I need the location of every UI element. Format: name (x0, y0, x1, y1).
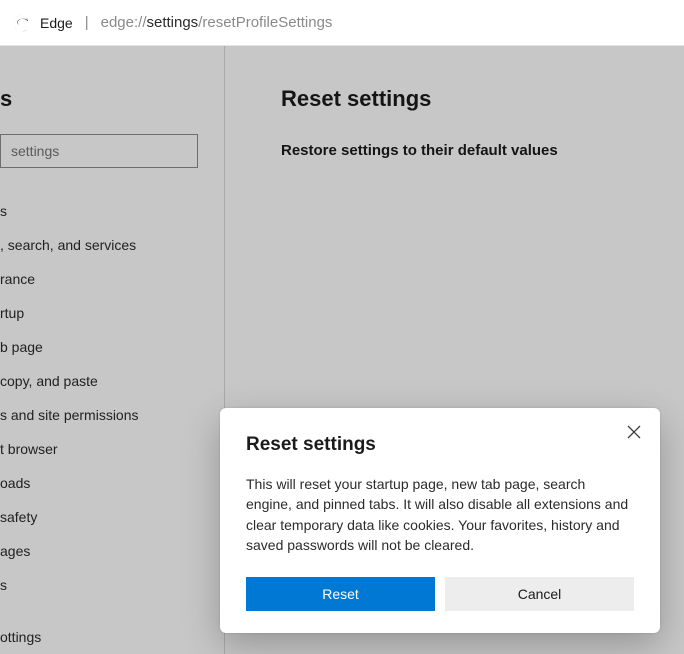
sidebar-item[interactable]: rance (0, 262, 224, 296)
dialog-body: This will reset your startup page, new t… (246, 474, 634, 555)
cancel-button[interactable]: Cancel (445, 577, 634, 611)
sidebar-item[interactable]: t browser (0, 432, 224, 466)
address-separator: | (85, 14, 89, 31)
settings-sidebar: s s , search, and services rance rtup b … (0, 46, 225, 654)
sidebar-item[interactable]: copy, and paste (0, 364, 224, 398)
sidebar-item[interactable]: s (0, 194, 224, 228)
sidebar-title: s (0, 86, 224, 112)
sidebar-item[interactable]: oads (0, 466, 224, 500)
search-settings-box[interactable] (0, 134, 198, 168)
edge-icon (12, 13, 32, 33)
address-bar[interactable]: Edge | edge://settings/resetProfileSetti… (0, 0, 684, 46)
sidebar-item[interactable]: b page (0, 330, 224, 364)
search-settings-input[interactable] (11, 143, 187, 159)
close-icon (627, 425, 641, 444)
site-label: Edge (40, 15, 73, 31)
sidebar-item[interactable]: s (0, 568, 224, 602)
sidebar-item[interactable]: rtup (0, 296, 224, 330)
url-text[interactable]: edge://settings/resetProfileSettings (101, 14, 333, 31)
page-subheading: Restore settings to their default values (281, 142, 684, 159)
settings-nav-list: s , search, and services rance rtup b pa… (0, 194, 224, 654)
sidebar-item[interactable]: , search, and services (0, 228, 224, 262)
sidebar-item[interactable]: ages (0, 534, 224, 568)
close-button[interactable] (620, 420, 648, 448)
dialog-buttons: Reset Cancel (246, 577, 634, 611)
sidebar-item[interactable] (0, 602, 224, 620)
dialog-title: Reset settings (246, 434, 634, 456)
reset-button[interactable]: Reset (246, 577, 435, 611)
sidebar-item[interactable]: ottings (0, 620, 224, 654)
site-identity: Edge (12, 13, 73, 33)
sidebar-item[interactable]: s and site permissions (0, 398, 224, 432)
sidebar-item[interactable]: safety (0, 500, 224, 534)
page-title: Reset settings (281, 86, 684, 112)
reset-settings-dialog: Reset settings This will reset your star… (220, 408, 660, 633)
